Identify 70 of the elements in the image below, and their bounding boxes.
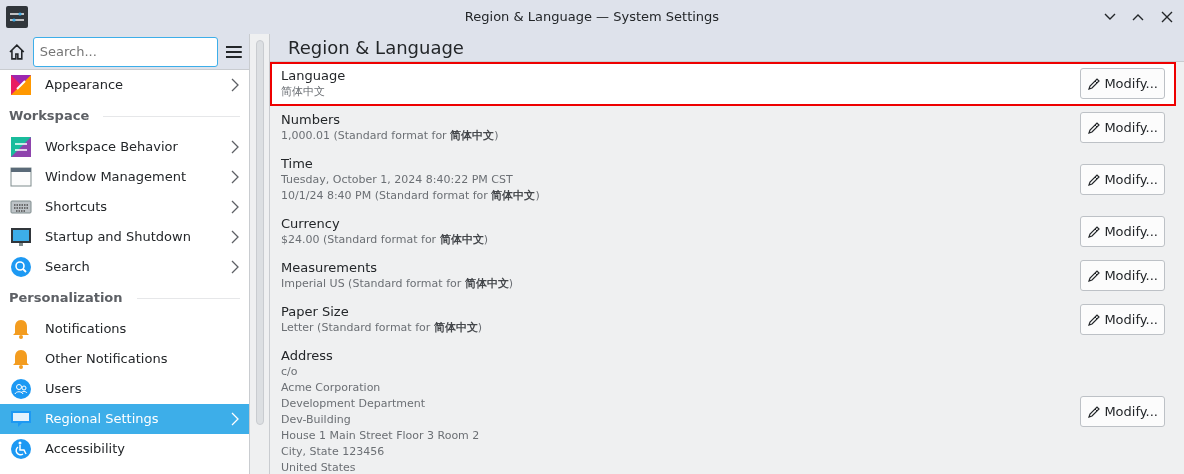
- close-icon[interactable]: [1159, 10, 1174, 25]
- window-title: Region & Language — System Settings: [464, 8, 720, 27]
- sidebar-item[interactable]: Shortcuts: [0, 192, 249, 222]
- setting-value: Imperial US (Standard format for 简体中文): [281, 276, 515, 292]
- chevron-icon: [231, 140, 239, 154]
- monitor-icon: [10, 226, 32, 248]
- setting-value: Dev-Building: [281, 412, 352, 428]
- pencil-icon: [1087, 76, 1102, 91]
- search-field[interactable]: Search...: [32, 36, 219, 67]
- setting-value: 简体中文: [281, 84, 326, 100]
- modify-button[interactable]: Modify...: [1080, 259, 1165, 292]
- speech-bubble-icon: [10, 408, 32, 430]
- sidebar-item[interactable]: Search: [0, 252, 249, 282]
- pencil-icon: [1087, 404, 1102, 419]
- sidebar-item[interactable]: Startup and Shutdown: [0, 222, 249, 252]
- modify-button[interactable]: Modify...: [1080, 303, 1165, 336]
- pencil-icon: [1087, 120, 1102, 135]
- window-icon: [10, 166, 32, 188]
- sidebar-item[interactable]: Notifications: [0, 314, 249, 344]
- sidebar-item[interactable]: Accessibility: [0, 434, 249, 464]
- setting-value: House 1 Main Street Floor 3 Room 2: [281, 428, 481, 444]
- sidebar-item[interactable]: Window Management: [0, 162, 249, 192]
- setting-value: $24.00 (Standard format for 简体中文): [281, 232, 489, 248]
- setting-label: Language: [281, 67, 347, 84]
- modify-button[interactable]: Modify...: [1080, 67, 1165, 100]
- pencil-icon: [1087, 312, 1102, 327]
- sidebar-item[interactable]: Appearance: [0, 70, 249, 100]
- accessibility-icon: [10, 438, 32, 460]
- setting-label: Time: [281, 155, 314, 172]
- modify-button[interactable]: Modify...: [1080, 215, 1165, 248]
- chevron-icon: [231, 230, 239, 244]
- section-heading: Workspace: [9, 107, 90, 126]
- home-icon[interactable]: [6, 41, 27, 62]
- setting-value: City, State 123456: [281, 444, 386, 460]
- chevron-icon: [231, 200, 239, 214]
- setting-value: Development Department: [281, 396, 427, 412]
- setting-label: Paper Size: [281, 303, 350, 320]
- setting-value: 10/1/24 8:40 PM (Standard format for 简体中文): [281, 188, 541, 204]
- modify-button[interactable]: Modify...: [1080, 395, 1165, 428]
- sidebar-item[interactable]: Workspace Behavior: [0, 132, 249, 162]
- setting-label: Measurements: [281, 259, 379, 276]
- modify-button[interactable]: Modify...: [1080, 111, 1165, 144]
- sidebar-item[interactable]: Users: [0, 374, 249, 404]
- setting-label: Address: [281, 347, 334, 364]
- chevron-icon: [231, 78, 239, 92]
- pencil-icon: [1087, 268, 1102, 283]
- page-title: Region & Language: [288, 36, 464, 60]
- chevron-icon: [231, 260, 239, 274]
- modify-button[interactable]: Modify...: [1080, 163, 1165, 196]
- setting-value: Letter (Standard format for 简体中文): [281, 320, 484, 336]
- sliders-icon: [10, 136, 32, 158]
- setting-label: Numbers: [281, 111, 341, 128]
- scrollbar-thumb[interactable]: [255, 40, 264, 425]
- pencil-icon: [1087, 224, 1102, 239]
- setting-value: Tuesday, October 1, 2024 8:40:22 PM CST: [281, 172, 514, 188]
- app-icon: [6, 6, 28, 28]
- search-icon: [10, 256, 32, 278]
- chevron-icon: [231, 412, 239, 426]
- users-icon: [10, 378, 32, 400]
- palette-icon: [10, 74, 32, 96]
- chevron-icon: [231, 170, 239, 184]
- section-heading: Personalization: [9, 289, 123, 308]
- setting-value: c/o: [281, 364, 299, 380]
- setting-value: United States: [281, 460, 357, 474]
- sidebar-item[interactable]: Other Notifications: [0, 344, 249, 374]
- setting-value: 1,000.01 (Standard format for 简体中文): [281, 128, 500, 144]
- setting-value: Acme Corporation: [281, 380, 382, 396]
- setting-label: Currency: [281, 215, 341, 232]
- pencil-icon: [1087, 172, 1102, 187]
- menu-icon[interactable]: [224, 44, 243, 59]
